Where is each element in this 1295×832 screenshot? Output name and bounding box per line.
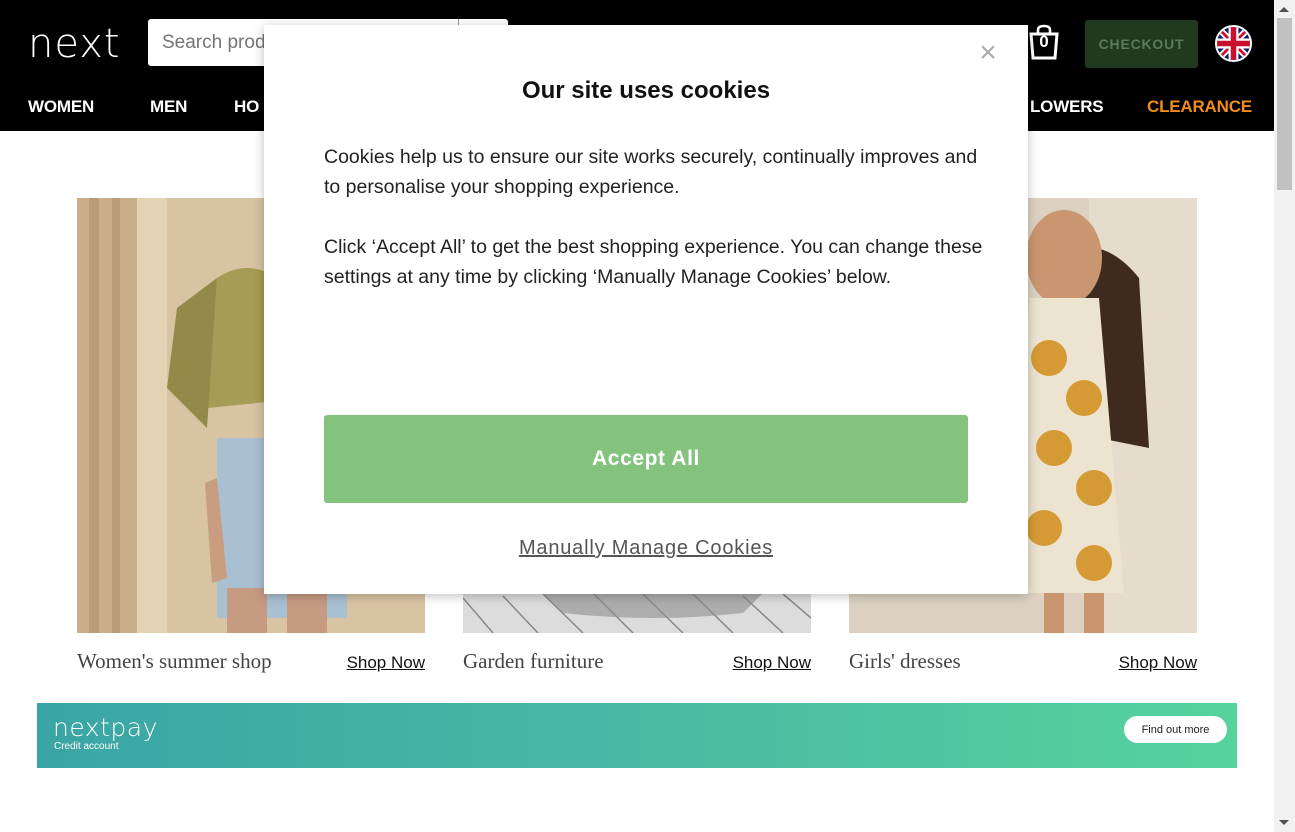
page-scrollbar[interactable] (1274, 0, 1295, 832)
nextpay-subtitle: Credit account (54, 741, 119, 752)
uk-flag-icon[interactable] (1215, 25, 1252, 62)
find-out-more-button[interactable]: Find out more (1124, 716, 1227, 743)
card-caption: Garden furniture (463, 649, 604, 673)
modal-title: Our site uses cookies (521, 77, 771, 104)
scrollbar-thumb[interactable] (1277, 18, 1292, 190)
shop-now-link[interactable]: Shop Now (1119, 653, 1197, 673)
shop-now-link[interactable]: Shop Now (347, 653, 425, 673)
manage-cookies-container: Manually Manage Cookies (264, 537, 1028, 560)
modal-paragraph-1: Cookies help us to ensure our site works… (324, 146, 978, 198)
nextpay-logo: nextpay (53, 713, 158, 742)
manually-manage-cookies-link[interactable]: Manually Manage Cookies (519, 537, 773, 559)
next-logo[interactable]: next (28, 22, 121, 66)
accept-all-button[interactable]: Accept All (324, 415, 968, 503)
scroll-up-arrow-icon[interactable] (1279, 7, 1289, 12)
card-caption: Women's summer shop (77, 649, 272, 673)
nav-item-men[interactable]: MEN (150, 97, 187, 117)
nav-item-flowers[interactable]: LOWERS (1030, 97, 1104, 117)
scroll-down-arrow-icon[interactable] (1279, 820, 1289, 825)
close-icon[interactable]: × (976, 38, 1000, 68)
nav-item-clearance[interactable]: CLEARANCE (1147, 97, 1252, 117)
cookie-consent-modal: × Our site uses cookies Cookies help us … (264, 25, 1028, 594)
flag-graphic (1217, 27, 1250, 60)
nextpay-banner[interactable]: nextpay Credit account Find out more (37, 703, 1237, 768)
checkout-button[interactable]: CHECKOUT (1085, 20, 1198, 68)
nav-item-women[interactable]: WOMEN (28, 97, 94, 117)
shopping-bag-icon[interactable]: 0 (1027, 24, 1061, 60)
bag-count: 0 (1039, 32, 1049, 51)
card-caption: Girls' dresses (849, 649, 961, 673)
shop-now-link[interactable]: Shop Now (733, 653, 811, 673)
modal-paragraph-2: Click ‘Accept All’ to get the best shopp… (324, 236, 983, 288)
